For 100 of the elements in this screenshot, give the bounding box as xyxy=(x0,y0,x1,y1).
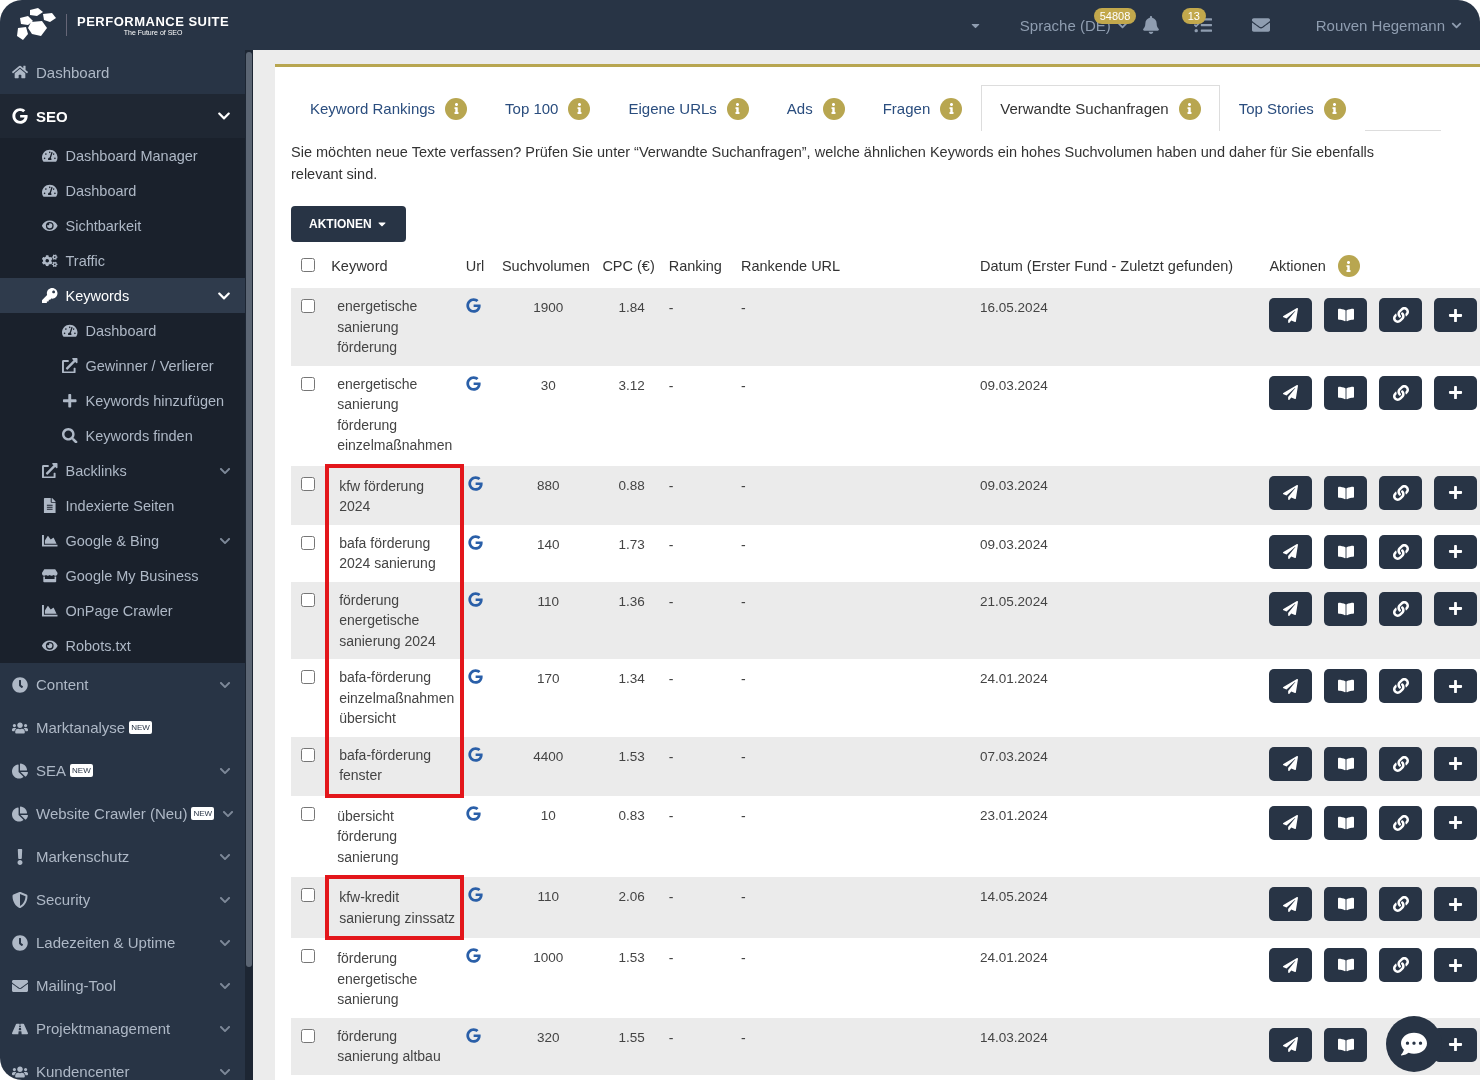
sidebar-item[interactable]: Gewinner / Verlierer xyxy=(0,348,245,383)
tab[interactable]: Verwandte Suchanfragen xyxy=(981,85,1220,131)
row-checkbox[interactable] xyxy=(301,376,315,391)
google-icon[interactable] xyxy=(465,375,481,391)
google-icon[interactable] xyxy=(465,805,481,821)
row-checkbox[interactable] xyxy=(301,949,315,963)
row-checkbox[interactable] xyxy=(301,1028,315,1043)
sidebar-item[interactable]: Dashboard xyxy=(0,173,245,208)
add-button[interactable] xyxy=(1434,805,1478,840)
send-button[interactable] xyxy=(1269,591,1313,626)
sidebar-item[interactable]: Keywords xyxy=(0,278,245,313)
sidebar-item[interactable]: OnPage Crawler xyxy=(0,593,245,628)
send-button[interactable] xyxy=(1269,534,1313,569)
sidebar-item[interactable]: SEO xyxy=(0,94,245,138)
google-icon[interactable] xyxy=(467,475,483,491)
book-button[interactable] xyxy=(1324,475,1368,510)
sidebar-item[interactable]: Projektmanagement xyxy=(0,1007,245,1050)
date-cell: 09.03.2024 xyxy=(976,465,1266,525)
add-button[interactable] xyxy=(1434,948,1478,982)
link-button[interactable] xyxy=(1379,746,1423,781)
scrollbar-thumb[interactable] xyxy=(246,52,252,967)
add-button[interactable] xyxy=(1434,475,1478,510)
row-checkbox[interactable] xyxy=(301,535,315,550)
bell-icon[interactable] xyxy=(1141,16,1160,34)
link-button[interactable] xyxy=(1379,669,1423,703)
row-checkbox[interactable] xyxy=(301,592,315,607)
link-button[interactable] xyxy=(1379,591,1423,626)
add-button[interactable] xyxy=(1434,591,1478,626)
book-button[interactable] xyxy=(1324,1027,1368,1062)
book-button[interactable] xyxy=(1324,591,1368,626)
book-button[interactable] xyxy=(1324,887,1368,921)
send-button[interactable] xyxy=(1269,887,1313,921)
mail-icon[interactable] xyxy=(1251,16,1270,34)
sidebar-item[interactable]: Indexierte Seiten xyxy=(0,488,245,523)
row-checkbox[interactable] xyxy=(301,747,315,762)
sidebar-item[interactable]: Marktanalyse NEW xyxy=(0,706,245,749)
ranking-cell: - xyxy=(664,795,737,877)
send-button[interactable] xyxy=(1269,669,1313,703)
google-icon[interactable] xyxy=(467,887,483,902)
link-button[interactable] xyxy=(1379,887,1423,921)
select-all-checkbox[interactable] xyxy=(301,257,315,272)
sidebar-item[interactable]: Traffic xyxy=(0,243,245,278)
google-icon[interactable] xyxy=(467,591,483,607)
add-button[interactable] xyxy=(1434,534,1478,569)
google-icon[interactable] xyxy=(465,948,481,963)
add-button[interactable] xyxy=(1434,375,1478,410)
sidebar-item[interactable]: Backlinks xyxy=(0,453,245,488)
send-button[interactable] xyxy=(1269,948,1313,982)
add-button[interactable] xyxy=(1434,298,1478,332)
sidebar-item[interactable]: Dashboard xyxy=(0,50,245,94)
sidebar-item[interactable]: Markenschutz xyxy=(0,835,245,878)
row-checkbox[interactable] xyxy=(301,476,315,491)
book-button[interactable] xyxy=(1324,298,1368,332)
sidebar-item[interactable]: Sichtbarkeit xyxy=(0,208,245,243)
google-icon[interactable] xyxy=(467,669,483,684)
user-menu[interactable]: Rouven Hegemann xyxy=(1315,16,1462,34)
link-button[interactable] xyxy=(1379,805,1423,840)
sidebar-item[interactable]: Dashboard xyxy=(0,313,245,348)
sidebar-item[interactable]: Keywords hinzufügen xyxy=(0,383,245,418)
send-button[interactable] xyxy=(1269,746,1313,781)
sidebar-item[interactable]: Website Crawler (Neu) NEW xyxy=(0,792,245,835)
link-button[interactable] xyxy=(1379,375,1423,410)
book-button[interactable] xyxy=(1324,948,1368,982)
row-checkbox[interactable] xyxy=(301,299,315,313)
sidebar-item[interactable]: Google My Business xyxy=(0,558,245,593)
sidebar-item[interactable]: Mailing-Tool xyxy=(0,964,245,1007)
sidebar-item[interactable]: Google & Bing xyxy=(0,523,245,558)
book-button[interactable] xyxy=(1324,669,1368,703)
link-button[interactable] xyxy=(1379,948,1423,982)
link-button[interactable] xyxy=(1379,298,1423,332)
book-button[interactable] xyxy=(1324,805,1368,840)
send-button[interactable] xyxy=(1269,475,1313,510)
sidebar-item[interactable]: Keywords finden xyxy=(0,418,245,453)
add-button[interactable] xyxy=(1434,887,1478,921)
sidebar-item[interactable]: SEA NEW xyxy=(0,749,245,792)
sidebar-item[interactable]: Robots.txt xyxy=(0,628,245,663)
link-button[interactable] xyxy=(1379,534,1423,569)
sidebar-item[interactable]: Security xyxy=(0,878,245,921)
send-button[interactable] xyxy=(1269,805,1313,840)
google-icon[interactable] xyxy=(465,298,481,313)
link-button[interactable] xyxy=(1379,475,1423,510)
sidebar-item[interactable]: Ladezeiten & Uptime xyxy=(0,921,245,964)
send-button[interactable] xyxy=(1269,298,1313,332)
add-button[interactable] xyxy=(1434,669,1478,703)
book-button[interactable] xyxy=(1324,746,1368,781)
google-icon[interactable] xyxy=(467,746,483,762)
google-icon[interactable] xyxy=(465,1027,481,1043)
add-button[interactable] xyxy=(1434,746,1478,781)
send-button[interactable] xyxy=(1269,375,1313,410)
actions-button[interactable]: AKTIONEN xyxy=(291,206,406,242)
sidebar-item[interactable]: Content xyxy=(0,663,245,706)
book-button[interactable] xyxy=(1324,375,1368,410)
google-icon[interactable] xyxy=(467,534,483,550)
send-button[interactable] xyxy=(1269,1027,1313,1062)
row-checkbox[interactable] xyxy=(301,806,315,821)
sidebar-item[interactable]: Kundencenter xyxy=(0,1050,245,1080)
sidebar-item[interactable]: Dashboard Manager xyxy=(0,138,245,173)
book-button[interactable] xyxy=(1324,534,1368,569)
row-checkbox[interactable] xyxy=(301,670,315,684)
row-checkbox[interactable] xyxy=(301,888,315,902)
